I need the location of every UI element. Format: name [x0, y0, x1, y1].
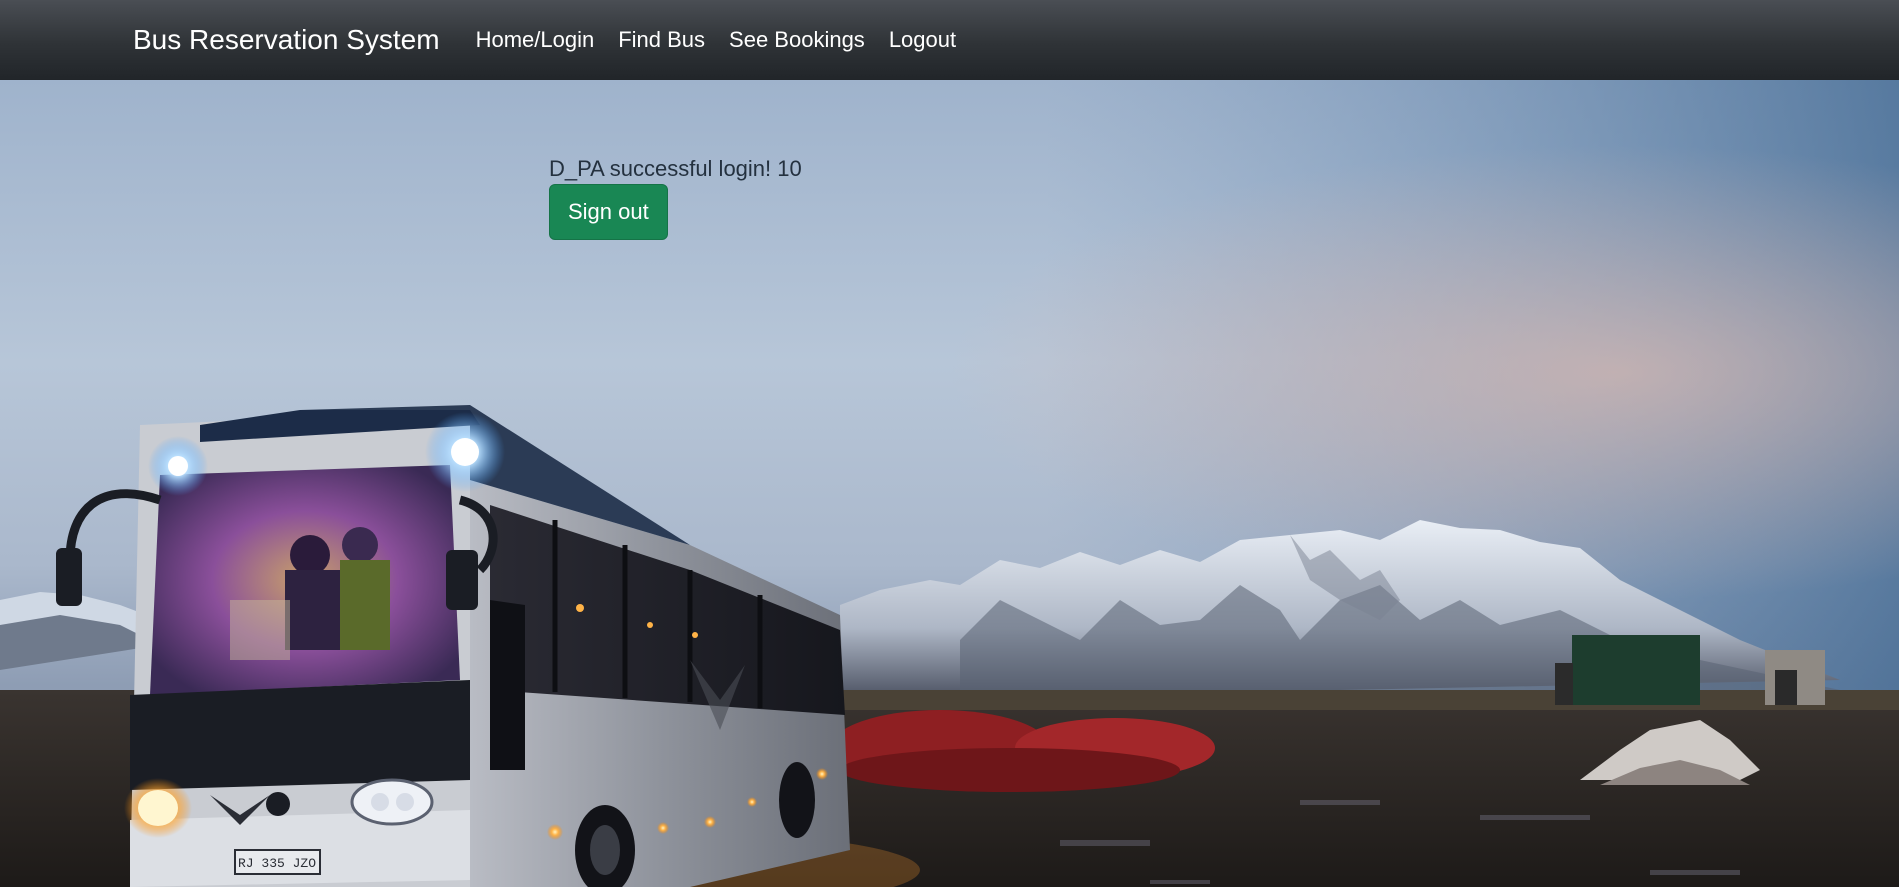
top-navbar: Bus Reservation System Home/Login Find B… [0, 0, 1899, 80]
bus-mountain-photo: RJ 335 JZO [0, 80, 1899, 887]
nav-link-logout[interactable]: Logout [889, 27, 956, 53]
nav-link-home-login[interactable]: Home/Login [476, 27, 595, 53]
nav-links: Home/Login Find Bus See Bookings Logout [476, 27, 957, 53]
login-success-message: D_PA successful login! 10 [549, 156, 802, 181]
nav-link-see-bookings[interactable]: See Bookings [729, 27, 865, 53]
nav-link-find-bus[interactable]: Find Bus [618, 27, 705, 53]
brand-title[interactable]: Bus Reservation System [133, 24, 440, 56]
license-plate-text: RJ 335 JZO [238, 856, 316, 871]
sign-out-button[interactable]: Sign out [549, 184, 668, 240]
hero-background-image: RJ 335 JZO [0, 80, 1899, 887]
login-status-panel: D_PA successful login! 10 Sign out [549, 155, 802, 240]
